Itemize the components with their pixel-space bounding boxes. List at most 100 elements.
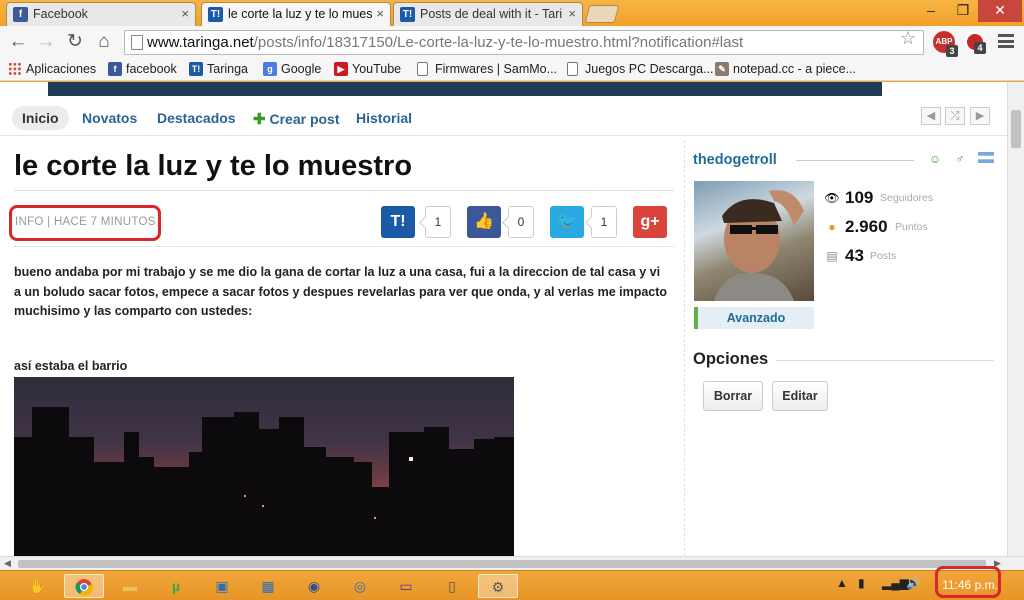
youtube-icon: ▶	[334, 62, 348, 76]
tab-close-icon[interactable]: ×	[568, 6, 576, 21]
app-icon[interactable]: ▦	[248, 574, 288, 598]
scroll-thumb[interactable]	[18, 560, 986, 568]
tweet-count: 1	[591, 206, 617, 238]
tab-facebook[interactable]: f Facebook ×	[6, 2, 196, 26]
nav-crear-post[interactable]: ✚ Crear post	[243, 106, 350, 130]
web-page: Inicio Novatos Destacados ✚ Crear post H…	[0, 82, 1007, 556]
chrome-taskbar-icon[interactable]	[64, 574, 104, 598]
notepad-icon: ✎	[715, 62, 729, 76]
document-icon: ▤	[826, 249, 838, 263]
argentina-flag-icon	[978, 151, 994, 167]
browser-menu-icon[interactable]	[998, 34, 1014, 48]
bookmark-juegos[interactable]: Juegos PC Descarga...	[567, 61, 714, 79]
clock-highlight-annotation	[935, 566, 1001, 598]
media-player-icon[interactable]: ◉	[294, 574, 334, 598]
tab-title: Facebook	[33, 7, 88, 21]
post-body: bueno andaba por mi trabajo y se me dio …	[14, 265, 668, 318]
minimize-button[interactable]: –	[916, 0, 946, 22]
extension-badge: 4	[974, 42, 986, 54]
author-username[interactable]: thedogetroll	[693, 152, 777, 168]
volume-icon[interactable]: 🔊	[906, 576, 921, 590]
bookmark-firmwares[interactable]: Firmwares | SamMo...	[417, 61, 557, 79]
tab-close-icon[interactable]: ×	[376, 6, 384, 21]
bookmark-label: Aplicaciones	[26, 62, 97, 76]
author-avatar[interactable]	[694, 181, 814, 301]
tab-taringa-post[interactable]: T! le corte la luz y te lo mues ×	[201, 2, 391, 26]
bookmarks-bar: Aplicaciones f facebook T! Taringa g Goo…	[0, 59, 1024, 81]
app-icon[interactable]: ⚙	[478, 574, 518, 598]
bookmark-youtube[interactable]: ▶ YouTube	[334, 61, 401, 79]
delete-button[interactable]: Borrar	[703, 381, 763, 411]
app-icon[interactable]: ◎	[340, 574, 380, 598]
url-path: /posts/info/18317150/Le-corte-la-luz-y-t…	[253, 34, 744, 51]
bookmark-star-icon[interactable]: ☆	[900, 28, 916, 49]
night-city-skyline-photo	[14, 377, 514, 556]
scroll-left-icon[interactable]: ◀	[4, 558, 11, 569]
post-title: le corte la luz y te lo muestro	[14, 150, 413, 182]
horizontal-scrollbar[interactable]: ◀ ▶	[0, 556, 1024, 570]
bookmark-notepad[interactable]: ✎ notepad.cc - a piece...	[715, 61, 856, 79]
home-button[interactable]: ⌂	[92, 31, 116, 55]
battery-icon[interactable]: ▮	[858, 576, 865, 590]
twitter-share-button[interactable]: 🐦	[550, 206, 584, 238]
vertical-scrollbar[interactable]	[1007, 82, 1024, 556]
author-rank: Avanzado	[694, 307, 814, 329]
reload-button[interactable]: ↻	[63, 31, 87, 55]
maximize-button[interactable]: ❐	[948, 0, 978, 22]
forward-button[interactable]: →	[34, 31, 58, 55]
tab-taringa-deal[interactable]: T! Posts de deal with it - Tari ×	[393, 2, 583, 26]
bookmark-facebook[interactable]: f facebook	[108, 61, 177, 79]
posts-count: 43	[845, 246, 864, 265]
google-icon: g	[263, 62, 277, 76]
google-plus-share-button[interactable]: g+	[633, 206, 667, 238]
address-bar[interactable]: www.taringa.net/posts/info/18317150/Le-c…	[124, 30, 924, 55]
facebook-icon: f	[13, 7, 28, 22]
edit-button[interactable]: Editar	[772, 381, 828, 411]
adblock-plus-extension-icon[interactable]: ABP 3	[933, 31, 958, 57]
options-title: Opciones	[693, 350, 769, 368]
show-hidden-icons-icon[interactable]: ▲	[836, 576, 848, 590]
tab-strip: f Facebook × T! le corte la luz y te lo …	[0, 0, 1024, 26]
nav-novatos[interactable]: Novatos	[72, 106, 147, 130]
bookmark-taringa[interactable]: T! Taringa	[189, 61, 248, 79]
share-count: 1	[425, 206, 451, 238]
app-icon[interactable]: ▭	[386, 574, 426, 598]
app-icon[interactable]: ▣	[202, 574, 242, 598]
new-tab-button[interactable]	[584, 5, 620, 23]
previous-post-button[interactable]: ◀	[921, 107, 941, 125]
notification-extension-icon[interactable]: 4	[964, 31, 986, 54]
bookmark-google[interactable]: g Google	[263, 61, 321, 79]
start-button-icon[interactable]: ✋	[18, 574, 58, 598]
avatar-illustration	[714, 190, 804, 301]
utorrent-icon[interactable]: µ	[156, 574, 196, 598]
bookmark-label: notepad.cc - a piece...	[733, 62, 856, 76]
tab-close-icon[interactable]: ×	[181, 6, 189, 21]
network-signal-icon[interactable]: ▂▄▆	[882, 576, 909, 590]
tab-title: Posts de deal with it - Tari	[420, 7, 563, 21]
taringa-icon: T!	[400, 7, 415, 22]
nav-destacados[interactable]: Destacados	[147, 106, 246, 130]
like-count: 0	[508, 206, 534, 238]
tab-title: le corte la luz y te lo mues	[228, 7, 373, 21]
site-header-strip	[48, 82, 882, 96]
sidebar-divider	[684, 140, 685, 556]
windows-taskbar: ✋ ▬ µ ▣ ▦ ◉ ◎ ▭ ▯ ⚙ ▲ ▮ ▂▄▆ 🔊	[0, 570, 1024, 600]
app-icon[interactable]: ▯	[432, 574, 472, 598]
nav-inicio[interactable]: Inicio	[12, 106, 69, 130]
like-button[interactable]: 👍	[467, 206, 501, 238]
close-window-button[interactable]: ✕	[978, 0, 1022, 22]
eye-icon: 👁	[824, 191, 840, 205]
back-button[interactable]: ←	[6, 31, 30, 55]
taringa-share-button[interactable]: T!	[381, 206, 415, 238]
divider	[796, 160, 914, 161]
random-post-button[interactable]: ⤮	[945, 107, 965, 125]
divider	[14, 190, 674, 191]
nav-historial[interactable]: Historial	[346, 106, 422, 130]
bookmark-apps[interactable]: Aplicaciones	[8, 61, 96, 79]
divider	[14, 246, 674, 247]
next-post-button[interactable]: ▶	[970, 107, 990, 125]
scroll-thumb[interactable]	[1011, 110, 1021, 148]
page-info-icon[interactable]	[131, 35, 143, 50]
followers-label: Seguidores	[880, 192, 934, 204]
file-explorer-icon[interactable]: ▬	[110, 574, 150, 598]
